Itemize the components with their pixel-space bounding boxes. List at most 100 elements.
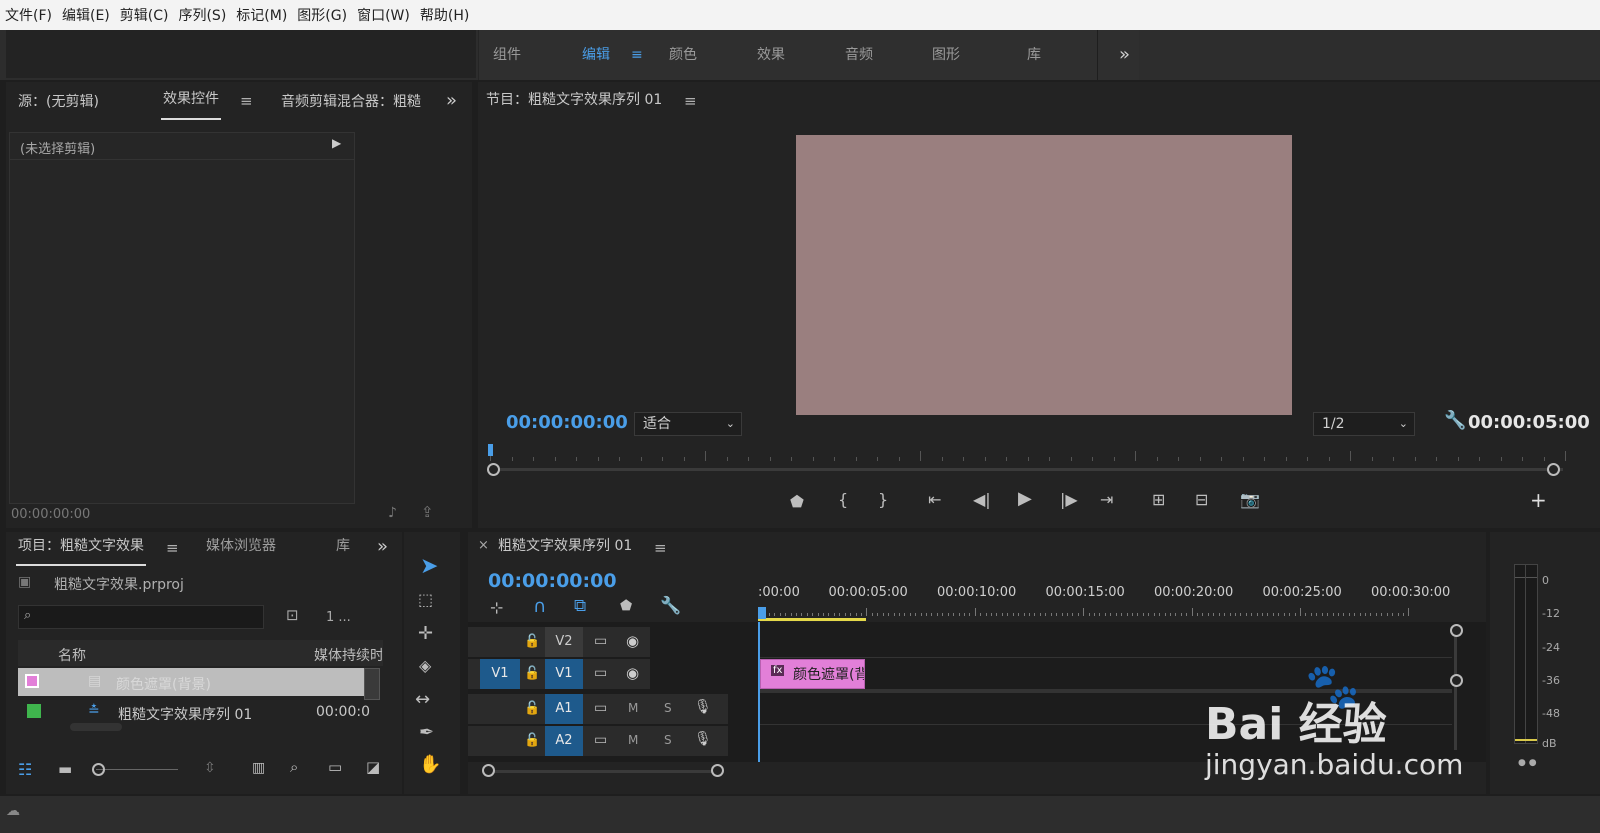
solo-dots[interactable]: ● ● [1518,758,1537,768]
menu-graphics[interactable]: 图形(G) [292,0,352,32]
export-icon[interactable]: ⇪ [421,503,434,521]
vertical-scrollbar[interactable] [1454,630,1457,750]
more-workspaces-icon[interactable]: » [1119,30,1130,80]
nest-icon[interactable]: ⊹ [490,598,503,617]
find-bin-icon[interactable]: ⊡ [286,606,299,624]
sync-lock-icon[interactable]: ▭ [594,732,607,748]
playhead[interactable] [758,607,766,619]
export-audio-icon[interactable]: ♪ [388,505,397,521]
extract-icon[interactable]: ⊟ [1195,490,1208,509]
column-duration[interactable]: 媒体持续时 [314,645,382,665]
automate-to-sequence-icon[interactable]: ▥ [252,760,265,776]
menu-help[interactable]: 帮助(H) [415,0,474,32]
zoom-scrollbar[interactable] [493,468,1563,471]
menu-sequence[interactable]: 序列(S) [173,0,231,32]
solo-button[interactable]: S [664,733,672,747]
add-marker-icon[interactable]: ⬟ [620,598,632,614]
solo-button[interactable]: S [664,701,672,715]
microphone-icon[interactable]: 🎙 [694,699,712,715]
linked-selection-icon[interactable]: ⧉ [574,596,586,616]
go-to-in-icon[interactable]: ⇤ [928,490,941,509]
zoom-slider-handle[interactable] [92,763,105,776]
zoom-fit-select[interactable]: 适合 ⌄ [634,412,742,436]
close-icon[interactable]: × [478,538,489,553]
timeline-timecode[interactable]: 00:00:00:00 [488,570,617,592]
scroll-handle-left[interactable] [487,463,500,476]
scroll-handle-right[interactable] [1547,463,1560,476]
ripple-edit-tool-icon[interactable]: ✛ [418,623,433,644]
add-button-icon[interactable]: + [1530,488,1547,512]
menu-marker[interactable]: 标记(M) [231,0,292,32]
step-forward-icon[interactable]: |▶ [1060,490,1078,509]
column-name[interactable]: 名称 [58,645,86,665]
hscroll-handle-right[interactable] [711,764,724,777]
creative-cloud-icon[interactable]: ☁ [6,803,20,819]
more-panels-icon[interactable]: » [446,90,457,111]
tab-graphics[interactable]: 图形 [932,30,960,80]
add-marker-icon[interactable]: ⬟ [790,492,804,511]
find-icon[interactable]: ⌕ [290,758,298,776]
label-color-swatch[interactable] [27,704,41,718]
tab-libraries[interactable]: 库 [1027,30,1041,80]
track-name-a2[interactable]: A2 [545,726,583,756]
sync-lock-icon[interactable]: ▭ [594,633,607,649]
tab-assembly[interactable]: 组件 [493,30,521,80]
play-button-icon[interactable]: ▶ [1018,488,1032,509]
resolution-select[interactable]: 1/2 ⌄ [1313,412,1415,436]
search-input[interactable]: ⌕ [18,605,264,629]
list-view-icon[interactable]: ☷ [18,760,32,779]
tab-audio-clip-mixer[interactable]: 音频剪辑混合器：粗糙 [281,82,431,122]
work-area-bar[interactable] [758,618,866,621]
sort-icon[interactable]: ⇳ [204,760,216,776]
track-select-tool-icon[interactable]: ⬚ [418,590,433,609]
hscroll-handle-left[interactable] [482,764,495,777]
vscroll-handle-top[interactable] [1450,624,1463,637]
panel-menu-icon[interactable]: ≡ [240,92,253,110]
program-ruler[interactable] [490,451,1566,461]
mute-button[interactable]: M [628,733,638,747]
zoom-slider[interactable] [96,769,178,770]
microphone-icon[interactable]: 🎙 [694,731,712,747]
razor-tool-icon[interactable]: ◈ [419,656,431,675]
new-bin-icon[interactable]: ▭ [328,758,342,776]
mute-button[interactable]: M [628,701,638,715]
meter-clip-indicator[interactable] [1515,565,1537,578]
icon-view-icon[interactable]: ▬ [58,760,72,778]
tab-libraries-panel[interactable]: 库 [336,528,350,564]
timeline-menu-icon[interactable]: ≡ [654,539,667,557]
selection-tool-icon[interactable]: ➤ [420,554,438,579]
list-item[interactable]: ▤ 颜色遮罩(背景) [18,668,366,696]
list-scrollbar[interactable] [364,668,380,700]
timeline-settings-icon[interactable]: 🔧 [660,596,681,616]
source-patch-v1[interactable]: V1 [480,659,520,689]
timeline-ruler[interactable]: :00:00 00:00:05:00 00:00:10:00 00:00:15:00 0… [758,572,1478,622]
track-name-v1[interactable]: V1 [545,659,583,689]
track-name-a1[interactable]: A1 [545,694,583,724]
tab-effects[interactable]: 效果 [757,30,785,80]
go-to-out-icon[interactable]: ⇥ [1100,490,1113,509]
menu-edit[interactable]: 编辑(E) [57,0,115,32]
snap-icon[interactable]: ∩ [533,596,546,617]
lift-icon[interactable]: ⊞ [1152,490,1165,509]
mark-in-icon[interactable]: { [838,490,848,509]
sync-lock-icon[interactable]: ▭ [594,665,607,681]
eye-icon[interactable]: ◉ [626,664,639,682]
tab-color[interactable]: 颜色 [669,30,697,80]
export-frame-icon[interactable]: 📷 [1240,490,1260,509]
tab-audio[interactable]: 音频 [845,30,873,80]
tab-project[interactable]: 项目：粗糙文字效果 [16,528,146,566]
play-icon[interactable]: ▶ [332,136,341,150]
new-item-icon[interactable]: ◪ [366,758,380,776]
vscroll-handle-bottom[interactable] [1450,674,1463,687]
lock-icon[interactable]: 🔓 [524,666,540,681]
program-title[interactable]: 节目：粗糙文字效果序列 01 [486,80,662,120]
menu-file[interactable]: 文件(F) [0,0,57,32]
tab-media-browser[interactable]: 媒体浏览器 [206,528,276,564]
program-menu-icon[interactable]: ≡ [684,92,697,110]
wrench-icon[interactable]: 🔧 [1444,410,1466,431]
horizontal-scrollbar[interactable] [70,723,122,731]
more-panels-icon[interactable]: » [377,536,388,557]
mark-out-icon[interactable]: } [878,490,888,509]
menu-clip[interactable]: 剪辑(C) [115,0,174,32]
timeline-clip[interactable]: fx 颜色遮罩(背 [760,659,865,689]
